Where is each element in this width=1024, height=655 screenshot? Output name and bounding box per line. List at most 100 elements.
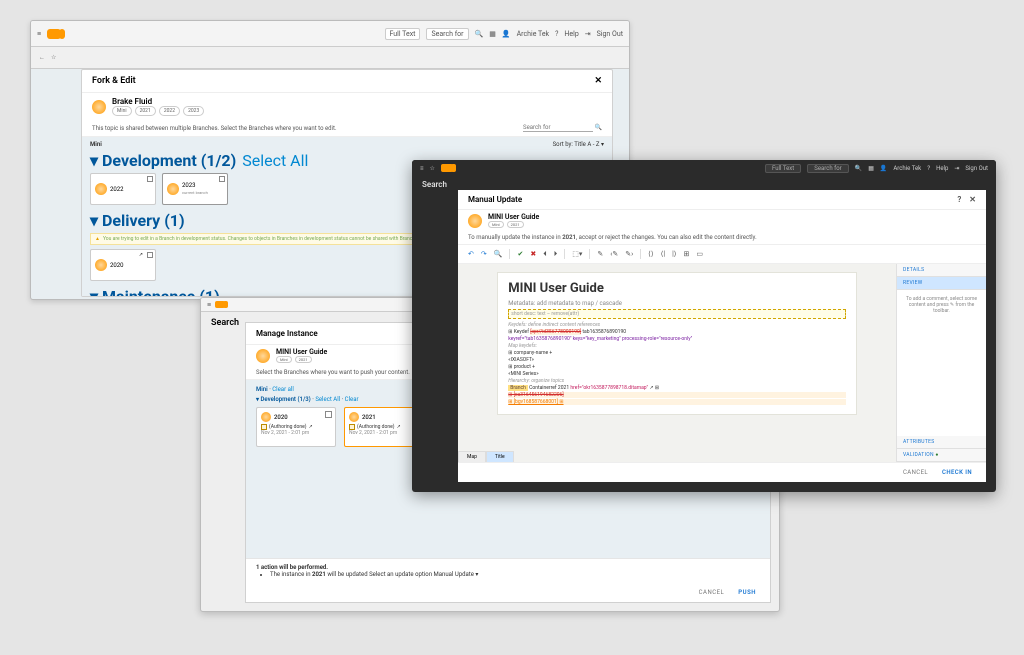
branch-card[interactable]: 2022	[90, 173, 156, 205]
tag: Mini	[488, 221, 504, 228]
grid-icon[interactable]: ▦	[868, 165, 874, 172]
next-change-icon[interactable]: ⏵	[554, 250, 558, 259]
meta-hint: Metadata: add metadata to map / cascade	[508, 300, 845, 307]
menu-icon[interactable]: ≡	[207, 301, 211, 309]
tab-map[interactable]: Map	[458, 451, 486, 462]
branch-card[interactable]: 2020↗	[90, 249, 156, 281]
prev-change-icon[interactable]: ⏴	[543, 250, 547, 259]
tab-validation[interactable]: VALIDATION ●	[897, 449, 986, 462]
tag: Mini	[276, 356, 292, 363]
signout-icon[interactable]: ⇥	[585, 30, 591, 38]
root-crumb[interactable]: Mini	[256, 386, 268, 393]
clear-all-link[interactable]: Clear all	[272, 386, 294, 393]
checkin-button[interactable]: CHECK IN	[942, 469, 972, 476]
bookmark-icon[interactable]: ☆	[430, 165, 435, 172]
signout-icon[interactable]: ⇥	[954, 165, 959, 172]
select-all-link[interactable]: Select All	[242, 151, 308, 170]
branch-line: Branch Containerref 2021 href="okr163587…	[508, 385, 845, 391]
checkbox-icon[interactable]	[147, 176, 153, 182]
doc-h1: MINI User Guide	[508, 281, 845, 296]
search-mode[interactable]: Full Text	[765, 164, 801, 173]
accept-icon[interactable]: ✔	[517, 250, 523, 258]
document-page[interactable]: MINI User Guide Metadata: add metadata t…	[497, 272, 856, 415]
shortdesc-field[interactable]: short desc: text – remove(attr)	[508, 309, 845, 319]
doc-title: Brake Fluid	[112, 97, 204, 106]
checkbox-icon[interactable]	[325, 411, 332, 418]
tag: 2022	[159, 106, 180, 116]
help-icon[interactable]: ?	[927, 165, 930, 172]
comment-prev-icon[interactable]: ‹✎	[610, 250, 618, 258]
keydef-item: ⊞ product +	[508, 364, 845, 370]
dialog-search-input[interactable]	[523, 124, 593, 132]
reject-icon[interactable]: ✖	[530, 250, 536, 258]
app-chrome: ≡ Full Text Search for 🔍 ▦ 👤 Archie Tek …	[31, 21, 629, 47]
wrap-icon[interactable]: ⊞	[684, 250, 690, 258]
cancel-button[interactable]: CANCEL	[699, 589, 725, 596]
help-icon[interactable]: ?	[555, 30, 558, 38]
update-option-select[interactable]: Manual Update ▾	[434, 571, 479, 578]
inline-prev-icon[interactable]: ⟨|	[661, 250, 665, 258]
sort-label: Sort by:	[553, 141, 573, 148]
checkbox-icon[interactable]	[219, 176, 225, 182]
tab-details[interactable]: DETAILS	[897, 264, 986, 277]
search-field[interactable]: Search for	[807, 164, 848, 173]
bookmark-icon[interactable]: ☆	[51, 54, 56, 61]
help-label: Help	[936, 165, 948, 172]
cancel-button[interactable]: CANCEL	[903, 469, 928, 476]
tag: 2023	[183, 106, 204, 116]
user-icon[interactable]: 👤	[880, 165, 887, 172]
section-development[interactable]: ▾ Development (1/3)	[256, 396, 311, 403]
search-icon[interactable]: 🔍	[475, 30, 484, 38]
dialog-intro: To manually update the instance in 2021,…	[458, 231, 986, 245]
close-icon[interactable]: ✕	[594, 76, 602, 86]
checkbox-icon[interactable]	[147, 252, 153, 258]
editor-pane[interactable]: MINI User Guide Metadata: add metadata t…	[458, 264, 896, 462]
warning-icon: ▲	[95, 236, 100, 242]
comment-icon[interactable]: ✎	[597, 250, 603, 258]
grid-icon[interactable]: ▦	[489, 30, 496, 38]
hierarchy-hint: Hierarchy: organize topics	[508, 378, 845, 384]
doc-avatar	[92, 100, 106, 114]
branch-card-current[interactable]: 2023current branch	[162, 173, 228, 205]
push-button[interactable]: PUSH	[738, 589, 756, 596]
editor-toolbar: ↶ ↷ 🔍 ✔ ✖ ⏴ ⏵ ⬚▾ ✎ ‹✎ ✎› ⟨⟩ ⟨| |⟩ ⊞ ▭	[458, 245, 986, 264]
comment-next-icon[interactable]: ✎›	[625, 250, 633, 258]
back-icon[interactable]: ←	[39, 54, 45, 61]
help-icon[interactable]: ?	[957, 195, 961, 204]
timestamp: Nov 2, 2021 - 2:01 pm	[261, 430, 331, 436]
redo-icon[interactable]: ↷	[481, 250, 487, 258]
doc-title: MINI User Guide	[488, 213, 539, 221]
search-icon[interactable]: 🔍	[494, 250, 503, 258]
clear-link[interactable]: Clear	[345, 396, 359, 403]
inline-next-icon[interactable]: |⟩	[672, 250, 676, 258]
branch-avatar	[349, 412, 359, 422]
added-line: ⊞ [bgv168587668001] ⊞	[508, 399, 845, 405]
sort-select[interactable]: Title A - Z	[574, 141, 599, 148]
tab-attributes[interactable]: ATTRIBUTES	[897, 436, 986, 449]
app-logo	[441, 164, 453, 172]
branch-card[interactable]: 2020 (Authoring done)↗ Nov 2, 2021 - 2:0…	[256, 407, 336, 447]
menu-icon[interactable]: ≡	[37, 30, 41, 38]
menu-icon[interactable]: ≡	[420, 165, 424, 172]
keydefs-hint: Keydefs: define indirect content referen…	[508, 322, 845, 328]
search-field[interactable]: Search for	[426, 28, 468, 40]
user-icon[interactable]: 👤	[502, 30, 511, 38]
tab-review[interactable]: REVIEW	[897, 277, 986, 290]
signout-label: Sign Out	[965, 165, 988, 172]
tab-title[interactable]: Title	[486, 451, 514, 462]
search-icon[interactable]: 🔍	[855, 165, 862, 172]
open-icon[interactable]: ↗	[139, 252, 143, 258]
side-panel: DETAILS REVIEW To add a comment, select …	[896, 264, 986, 462]
keydef-item: ⊞ company-name +	[508, 350, 845, 356]
dialog-title: Manual Update	[468, 195, 522, 204]
close-icon[interactable]: ✕	[969, 195, 976, 204]
branch-avatar	[95, 183, 107, 195]
inline-icon[interactable]: ⟨⟩	[648, 250, 653, 258]
undo-icon[interactable]: ↶	[468, 250, 474, 258]
element-icon[interactable]: ⬚▾	[572, 250, 582, 258]
manual-update-dialog: Manual Update ?✕ MINI User Guide Mini202…	[458, 190, 986, 482]
root-crumb[interactable]: Mini	[90, 141, 102, 148]
block-icon[interactable]: ▭	[696, 250, 703, 258]
search-mode[interactable]: Full Text	[385, 28, 421, 40]
select-all-link[interactable]: Select All	[315, 396, 340, 403]
